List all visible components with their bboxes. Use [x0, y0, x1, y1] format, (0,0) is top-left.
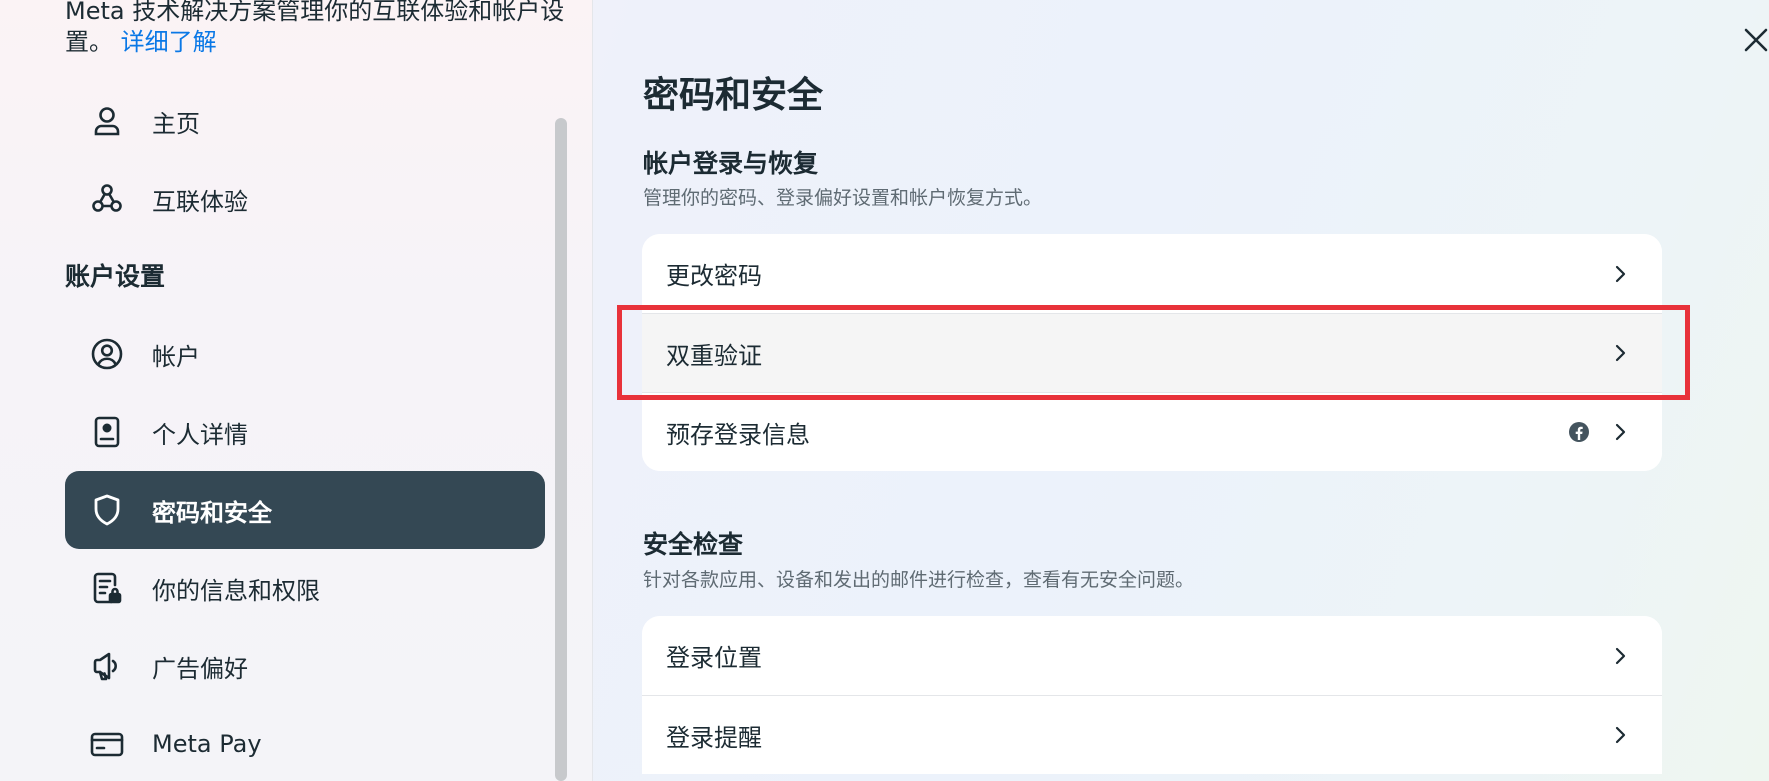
chevron-right-icon: [1615, 647, 1626, 664]
id-card-icon: [89, 414, 125, 450]
close-button[interactable]: [1736, 20, 1769, 60]
where-logged-in-row[interactable]: 登录位置: [642, 616, 1662, 695]
row-label: 双重验证: [666, 341, 762, 370]
account-login-recovery-card: 更改密码 双重验证 预存登录信息: [642, 234, 1662, 471]
sidebar-item-label: 你的信息和权限: [152, 576, 320, 605]
change-password-row[interactable]: 更改密码: [642, 234, 1662, 313]
account-login-recovery-description: 管理你的密码、登录偏好设置和帐户恢复方式。: [643, 187, 1043, 209]
row-label: 登录提醒: [666, 723, 762, 752]
facebook-icon: [1569, 422, 1589, 442]
close-icon: [1744, 28, 1768, 52]
row-label: 登录位置: [666, 644, 762, 672]
chevron-right-icon: [1615, 726, 1626, 744]
sidebar-scrollbar[interactable]: [555, 118, 567, 781]
settings-page: Meta 技术解决方案管理你的互联体验和帐户设置。 详细了解 主页 互联体验 账…: [0, 0, 1769, 781]
page-title: 密码和安全: [643, 75, 824, 116]
sidebar-item-your-info-permissions[interactable]: 你的信息和权限: [65, 549, 545, 627]
account-circle-icon: [89, 336, 125, 372]
sidebar-item-password-security[interactable]: 密码和安全: [65, 471, 545, 549]
connected-experiences-icon: [89, 181, 125, 217]
sidebar-item-label: 广告偏好: [152, 654, 248, 683]
account-login-recovery-heading: 帐户登录与恢复: [643, 149, 819, 178]
person-icon: [89, 103, 125, 139]
security-checkup-heading: 安全检查: [643, 530, 744, 559]
document-lock-icon: [89, 570, 125, 606]
sidebar-item-ad-preferences[interactable]: 广告偏好: [65, 627, 545, 705]
two-factor-authentication-row[interactable]: 双重验证: [642, 313, 1662, 392]
security-checkup-card: 登录位置 登录提醒: [642, 616, 1662, 774]
learn-more-link[interactable]: 详细了解: [121, 28, 217, 56]
sidebar-item-account[interactable]: 帐户: [65, 315, 545, 393]
saved-login-row[interactable]: 预存登录信息: [642, 392, 1662, 471]
account-settings-heading: 账户设置: [65, 262, 166, 291]
sidebar-item-label: 互联体验: [152, 187, 248, 216]
row-label: 更改密码: [666, 262, 762, 290]
sidebar-item-label: 个人详情: [152, 420, 248, 449]
sidebar-item-home[interactable]: 主页: [65, 82, 545, 160]
row-label: 预存登录信息: [666, 420, 810, 449]
sidebar-item-meta-pay[interactable]: Meta Pay: [65, 705, 545, 781]
sidebar-item-label: 主页: [152, 109, 200, 138]
sidebar-item-label: 密码和安全: [152, 498, 272, 527]
chevron-right-icon: [1615, 423, 1626, 441]
sidebar-item-connected-experiences[interactable]: 互联体验: [65, 160, 545, 238]
shield-icon: [89, 492, 125, 528]
chevron-right-icon: [1615, 344, 1626, 362]
sidebar-item-label: Meta Pay: [152, 730, 262, 758]
sidebar-item-personal-details[interactable]: 个人详情: [65, 393, 545, 471]
sidebar-intro: Meta 技术解决方案管理你的互联体验和帐户设置。 详细了解: [65, 0, 565, 58]
security-checkup-description: 针对各款应用、设备和发出的邮件进行检查，查看有无安全问题。: [643, 569, 1195, 591]
login-alerts-row[interactable]: 登录提醒: [642, 695, 1662, 774]
sidebar: Meta 技术解决方案管理你的互联体验和帐户设置。 详细了解 主页 互联体验 账…: [0, 0, 593, 781]
credit-card-icon: [89, 726, 125, 762]
megaphone-icon: [89, 648, 125, 684]
chevron-right-icon: [1615, 265, 1626, 282]
sidebar-item-label: 帐户: [152, 342, 200, 371]
